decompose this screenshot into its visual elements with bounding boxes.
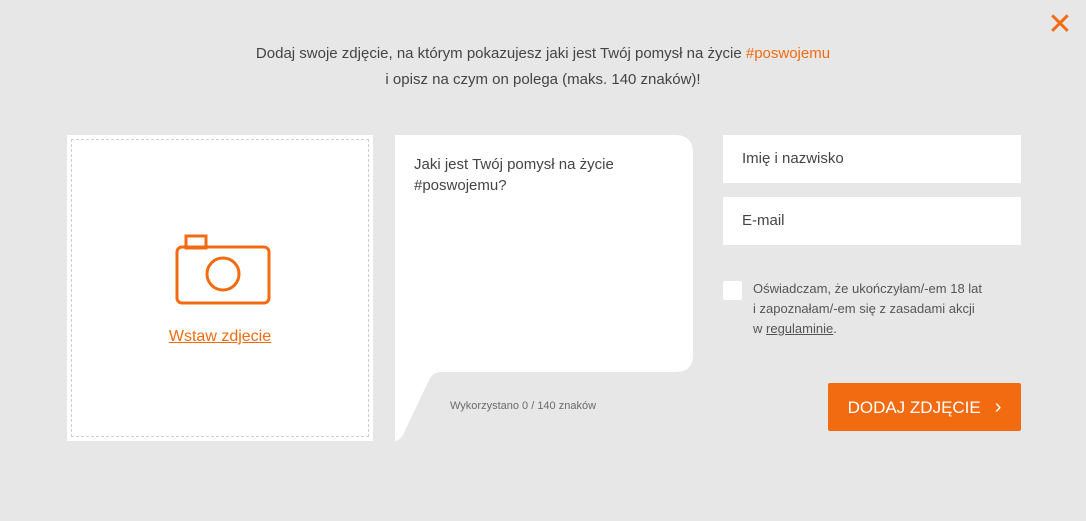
photo-upload-area[interactable]: Wstaw zdjecie bbox=[67, 135, 373, 441]
idea-placeholder-line-1: Jaki jest Twój pomysł na życie bbox=[414, 156, 614, 173]
intro-hashtag: #poswojemu bbox=[745, 45, 831, 62]
chevron-right-icon: › bbox=[994, 396, 1002, 418]
consent-text: Oświadczam, że ukończyłam/-em 18 lat i z… bbox=[753, 279, 1003, 339]
intro-line-1: Dodaj swoje zdjęcie, na którym pokazujes… bbox=[255, 45, 742, 62]
email-field[interactable]: E-mail bbox=[723, 197, 1021, 245]
consent-suffix: . bbox=[833, 321, 837, 336]
idea-textarea[interactable]: Jaki jest Twój pomysł na życie #poswojem… bbox=[414, 154, 664, 196]
add-photo-button[interactable]: DODAJ ZDJĘCIE › bbox=[828, 383, 1021, 431]
consent-line-2: i zapoznałam/-em się z zasadami akcji bbox=[753, 301, 975, 316]
camera-icon[interactable] bbox=[173, 234, 273, 306]
close-icon[interactable]: ✕ bbox=[1046, 10, 1074, 40]
char-counter: Wykorzystano 0 / 140 znaków bbox=[450, 400, 597, 412]
add-photo-button-label: DODAJ ZDJĘCIE bbox=[847, 398, 981, 417]
idea-placeholder-line-2: #poswojemu? bbox=[414, 177, 507, 194]
photo-dropzone[interactable]: Wstaw zdjecie bbox=[71, 139, 369, 437]
consent-line-1: Oświadczam, że ukończyłam/-em 18 lat bbox=[753, 281, 983, 296]
insert-photo-link[interactable]: Wstaw zdjecie bbox=[72, 328, 368, 346]
consent-prefix: w bbox=[753, 321, 763, 336]
intro-line-2: i opisz na czym on polega (maks. 140 zna… bbox=[385, 71, 701, 88]
regulations-link[interactable]: regulaminie bbox=[766, 321, 833, 336]
consent-checkbox[interactable] bbox=[723, 281, 742, 300]
name-field[interactable]: Imię i nazwisko bbox=[723, 135, 1021, 183]
intro-text: Dodaj swoje zdjęcie, na którym pokazujes… bbox=[0, 41, 1086, 93]
